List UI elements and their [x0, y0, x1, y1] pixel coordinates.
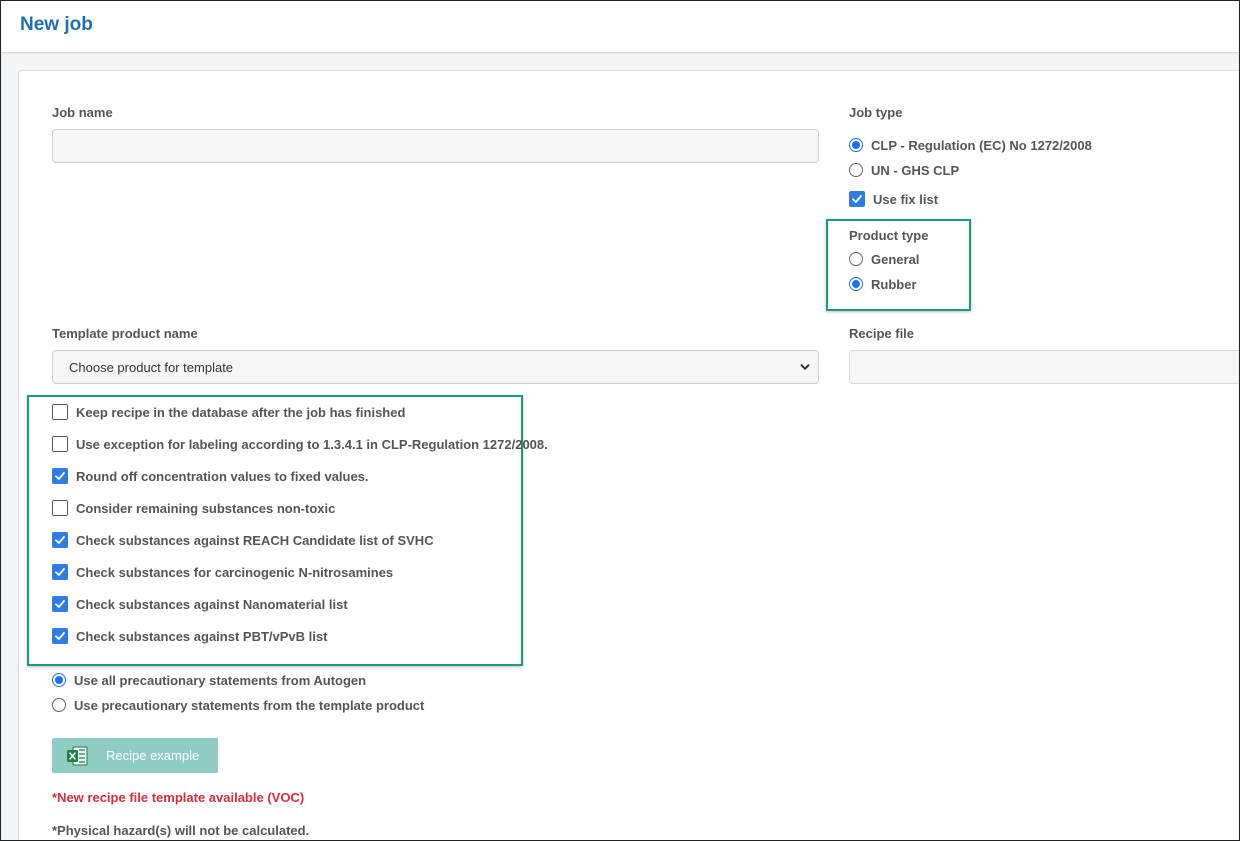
round-off-checkbox[interactable]: [52, 468, 68, 484]
checkmark-icon: [55, 632, 65, 640]
checkmark-icon: [55, 600, 65, 608]
job-type-clp-option[interactable]: CLP - Regulation (EC) No 1272/2008: [849, 136, 1092, 154]
product-type-label: Product type: [849, 228, 929, 243]
option-labeling-exception[interactable]: Use exception for labeling according to …: [52, 435, 548, 453]
recipe-file-label: Recipe file: [849, 326, 915, 341]
top-bar: New job: [1, 1, 1239, 53]
nitrosamines-checkbox[interactable]: [52, 564, 68, 580]
precautionary-autogen-option[interactable]: Use all precautionary statements from Au…: [52, 671, 366, 689]
precautionary-autogen-label: Use all precautionary statements from Au…: [74, 672, 367, 688]
checkmark-icon: [55, 472, 65, 480]
job-type-clp-radio[interactable]: [849, 138, 863, 152]
keep-recipe-label: Keep recipe in the database after the jo…: [76, 404, 406, 420]
physical-hazard-note: *Physical hazard(s) will not be calculat…: [52, 823, 310, 838]
option-reach-svhc[interactable]: Check substances against REACH Candidate…: [52, 531, 434, 549]
option-nanomaterial[interactable]: Check substances against Nanomaterial li…: [52, 595, 348, 613]
reach-svhc-checkbox[interactable]: [52, 532, 68, 548]
product-type-rubber-option[interactable]: Rubber: [849, 275, 917, 293]
precautionary-autogen-radio[interactable]: [52, 673, 66, 687]
nanomaterial-checkbox[interactable]: [52, 596, 68, 612]
labeling-exception-label: Use exception for labeling according to …: [76, 436, 548, 452]
product-type-general-option[interactable]: General: [849, 250, 919, 268]
checkmark-icon: [852, 195, 862, 203]
job-type-clp-label: CLP - Regulation (EC) No 1272/2008: [871, 137, 1092, 153]
product-type-rubber-label: Rubber: [871, 276, 917, 292]
use-fix-list-checkbox[interactable]: [849, 191, 865, 207]
use-fix-list-label: Use fix list: [873, 191, 939, 207]
job-type-label: Job type: [849, 105, 903, 120]
new-template-note: *New recipe file template available (VOC…: [52, 790, 305, 805]
option-nitrosamines[interactable]: Check substances for carcinogenic N-nitr…: [52, 563, 393, 581]
precautionary-template-radio[interactable]: [52, 698, 66, 712]
template-product-select[interactable]: Choose product for template: [52, 350, 819, 384]
template-product-selected: Choose product for template: [69, 360, 234, 375]
app-window: New job Job name Job type CLP - Regulati…: [0, 0, 1240, 841]
pbt-vpvb-checkbox[interactable]: [52, 628, 68, 644]
reach-svhc-label: Check substances against REACH Candidate…: [76, 532, 434, 548]
recipe-file-input[interactable]: [849, 350, 1239, 384]
option-round-off[interactable]: Round off concentration values to fixed …: [52, 467, 369, 485]
job-type-ghs-label: UN - GHS CLP: [871, 162, 960, 178]
round-off-label: Round off concentration values to fixed …: [76, 468, 369, 484]
product-type-rubber-radio[interactable]: [849, 277, 863, 291]
precautionary-template-option[interactable]: Use precautionary statements from the te…: [52, 696, 424, 714]
nitrosamines-label: Check substances for carcinogenic N-nitr…: [76, 564, 394, 580]
option-keep-recipe[interactable]: Keep recipe in the database after the jo…: [52, 403, 405, 421]
job-name-label: Job name: [52, 105, 113, 120]
job-type-ghs-option[interactable]: UN - GHS CLP: [849, 161, 959, 179]
product-type-general-label: General: [871, 251, 920, 267]
recipe-example-button[interactable]: Recipe example: [52, 738, 218, 773]
product-type-general-radio[interactable]: [849, 252, 863, 266]
checkmark-icon: [55, 568, 65, 576]
option-pbt-vpvb[interactable]: Check substances against PBT/vPvB list: [52, 627, 327, 645]
non-toxic-checkbox[interactable]: [52, 500, 68, 516]
job-type-ghs-radio[interactable]: [849, 163, 863, 177]
option-non-toxic[interactable]: Consider remaining substances non-toxic: [52, 499, 335, 517]
template-product-label: Template product name: [52, 326, 198, 341]
pbt-vpvb-label: Check substances against PBT/vPvB list: [76, 628, 328, 644]
recipe-example-label: Recipe example: [106, 748, 200, 763]
chevron-down-icon: [800, 364, 810, 370]
use-fix-list-option[interactable]: Use fix list: [849, 190, 938, 208]
checkmark-icon: [55, 536, 65, 544]
non-toxic-label: Consider remaining substances non-toxic: [76, 500, 336, 516]
nanomaterial-label: Check substances against Nanomaterial li…: [76, 596, 348, 612]
page-title: New job: [20, 14, 93, 35]
precautionary-template-label: Use precautionary statements from the te…: [74, 697, 425, 713]
keep-recipe-checkbox[interactable]: [52, 404, 68, 420]
labeling-exception-checkbox[interactable]: [52, 436, 68, 452]
job-name-input[interactable]: [52, 129, 819, 163]
excel-icon: [66, 746, 88, 766]
